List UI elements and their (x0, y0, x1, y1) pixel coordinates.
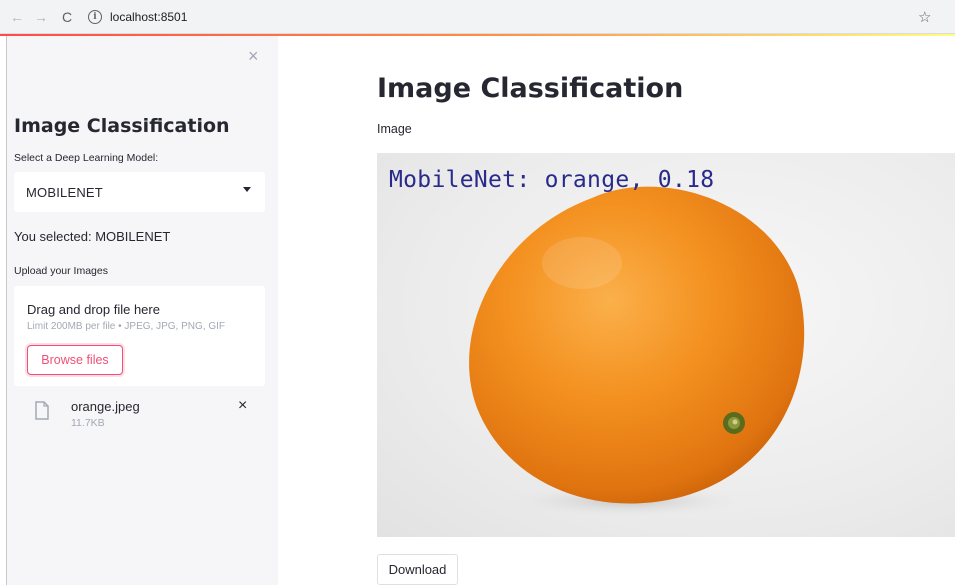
upload-label: Upload your Images (14, 265, 108, 277)
orange-photo (469, 186, 805, 517)
sidebar: × Image Classification Select a Deep Lea… (6, 36, 278, 585)
model-select-label: Select a Deep Learning Model: (14, 152, 159, 164)
selected-model-text: You selected: MOBILENET (14, 229, 171, 244)
remove-file-icon[interactable]: × (238, 397, 247, 415)
info-icon[interactable]: i (88, 9, 102, 24)
model-select[interactable]: MOBILENET (14, 172, 265, 212)
bookmark-star-icon[interactable]: ☆ (918, 8, 931, 26)
uploaded-file-row: orange.jpeg 11.7KB × (14, 396, 265, 436)
model-select-value: MOBILENET (26, 184, 103, 200)
reload-icon[interactable]: C (58, 8, 76, 26)
image-caption: Image (377, 122, 412, 136)
download-button[interactable]: Download (377, 554, 458, 585)
back-arrow-icon[interactable]: ← (8, 8, 26, 26)
prediction-overlay: MobileNet: orange, 0.18 (389, 167, 715, 193)
file-dropzone[interactable]: Drag and drop file here Limit 200MB per … (14, 286, 265, 386)
chevron-down-icon[interactable] (243, 187, 251, 192)
browser-toolbar: ← → C i localhost:8501 ☆ (0, 0, 955, 34)
close-icon[interactable]: × (248, 46, 259, 67)
browse-files-button[interactable]: Browse files (27, 345, 123, 375)
uploaded-file-name: orange.jpeg (71, 399, 140, 414)
address-bar-url[interactable]: localhost:8501 (110, 10, 187, 24)
dropzone-limit: Limit 200MB per file • JPEG, JPG, PNG, G… (27, 321, 225, 332)
classified-image: MobileNet: orange, 0.18 (377, 153, 955, 537)
dropzone-title: Drag and drop file here (27, 302, 160, 317)
file-icon (35, 401, 49, 420)
page-title: Image Classification (377, 73, 684, 104)
forward-arrow-icon[interactable]: → (32, 8, 50, 26)
uploaded-file-size: 11.7KB (71, 417, 105, 429)
sidebar-title: Image Classification (14, 115, 230, 137)
